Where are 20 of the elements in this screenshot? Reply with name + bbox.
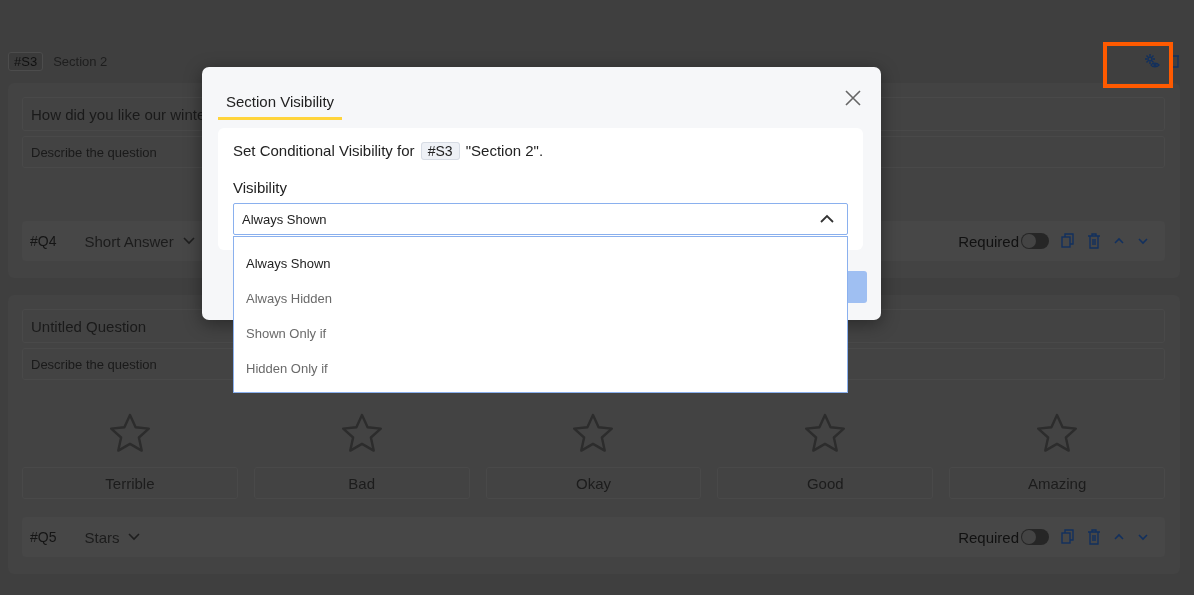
dialog-tab[interactable]: Section Visibility — [218, 77, 343, 120]
copy-icon[interactable] — [1061, 233, 1075, 249]
close-icon[interactable] — [845, 89, 861, 106]
chevron-down-icon[interactable] — [127, 532, 142, 542]
highlight-frame — [1103, 42, 1173, 88]
dialog-message: Set Conditional Visibility for #S3 "Section 2". — [233, 142, 545, 159]
visibility-select[interactable]: Always Shown — [233, 203, 848, 235]
gear-eye-icon[interactable] — [1144, 53, 1160, 69]
chevron-down-icon[interactable] — [1137, 236, 1149, 246]
required-toggle[interactable] — [1021, 233, 1049, 249]
required-toggle[interactable] — [1021, 529, 1049, 545]
copy-icon[interactable] — [1061, 529, 1075, 545]
chevron-up-icon[interactable] — [819, 214, 835, 224]
dropdown-option[interactable]: Shown Only if — [234, 316, 847, 351]
dropdown-option[interactable]: Always Shown — [234, 246, 847, 281]
chevron-down-icon[interactable] — [181, 236, 196, 246]
field-label: Visibility — [233, 179, 288, 196]
dropdown-option[interactable]: Always Hidden — [234, 281, 847, 316]
chevron-down-icon[interactable] — [1137, 532, 1149, 542]
dropdown-option[interactable]: Hidden Only if — [234, 351, 847, 386]
